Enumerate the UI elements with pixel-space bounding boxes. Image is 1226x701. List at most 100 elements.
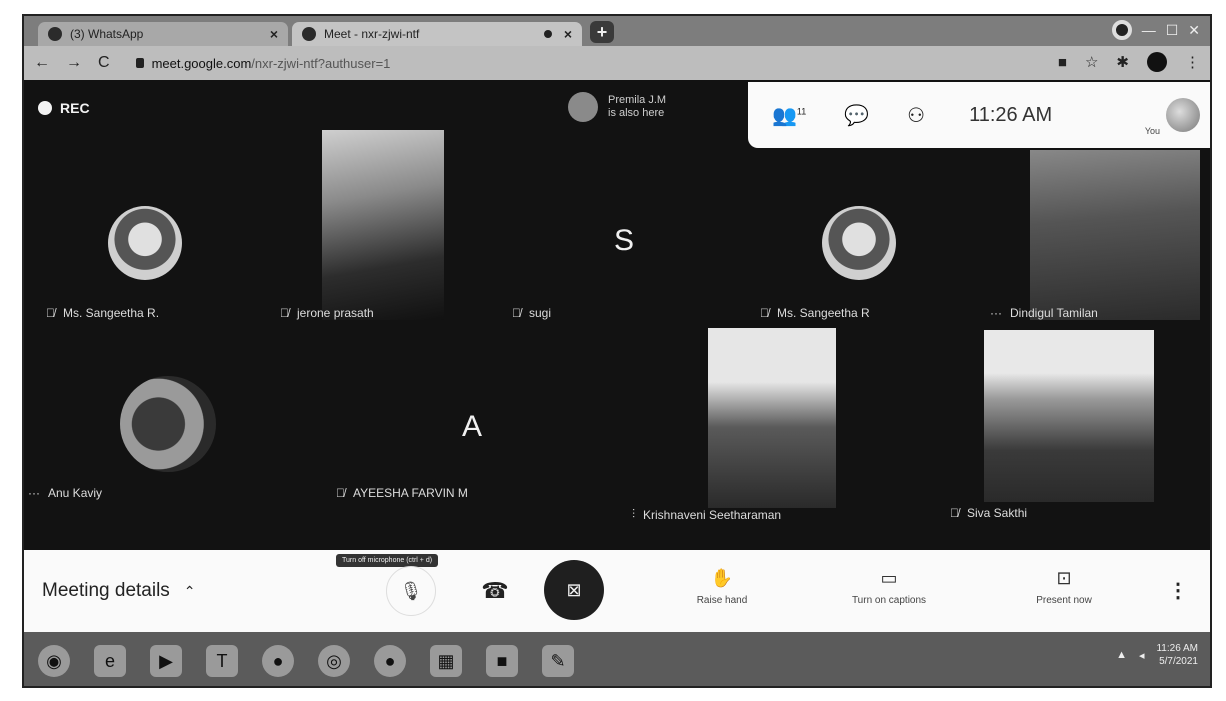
taskbar-clock[interactable]: 11:26 AM 5/7/2021 [1156, 642, 1198, 668]
mic-off-icon: 🎙̸ [512, 306, 521, 320]
leave-call-button[interactable]: ☎ [470, 566, 520, 616]
start-icon[interactable]: ◉ [38, 645, 70, 677]
people-icon[interactable]: 👥11 [772, 103, 806, 128]
chrome-icon[interactable]: ◎ [318, 645, 350, 677]
participant-tile[interactable]: ··· Anu Kaviy [24, 350, 284, 540]
mic-off-icon: 🎙̸ [46, 306, 55, 320]
hand-icon: ✋ [710, 568, 734, 588]
browser-icon[interactable]: ● [262, 645, 294, 677]
participant-name: sugi [529, 306, 552, 320]
taskbar-time: 11:26 AM [1156, 643, 1198, 654]
url-field[interactable]: meet.google.com /nxr-zjwi-ntf?authuser=1 [135, 55, 390, 71]
rec-dot-icon [38, 101, 52, 115]
participant-tile[interactable]: 🎙̸ Ms. Sangeetha R [754, 180, 984, 340]
participant-name: jerone prasath [297, 306, 374, 320]
browser-tab-strip: (3) WhatsApp × Meet - nxr-zjwi-ntf × + —… [24, 16, 1210, 46]
app-icon[interactable]: ● [374, 645, 406, 677]
mic-off-icon: 🎙̸ [760, 306, 769, 320]
profile-icon[interactable] [1147, 52, 1167, 72]
mic-off-icon: 🎙̸ [950, 506, 959, 520]
close-icon[interactable]: × [270, 26, 278, 42]
participant-tile[interactable]: 🎙̸ Siva Sakthi [940, 330, 1210, 540]
avatar [568, 92, 598, 122]
present-now-button[interactable]: ⊡ Present now [1014, 568, 1114, 608]
more-icon[interactable]: ··· [990, 306, 1002, 320]
tab-title: (3) WhatsApp [70, 27, 144, 41]
star-icon[interactable]: ☆ [1085, 53, 1098, 71]
participant-name: Siva Sakthi [967, 506, 1028, 520]
self-avatar[interactable] [1166, 98, 1200, 132]
activities-icon[interactable]: ⚇ [907, 103, 925, 128]
document-icon[interactable]: ✎ [542, 645, 574, 677]
mic-off-icon: 🎙̸ [336, 486, 345, 500]
extensions-icon[interactable]: ✱ [1116, 53, 1129, 71]
os-taskbar: ◉ e ▶ T ● ◎ ● ▦ ■ ✎ ▲ ◂ 11:26 AM 5/7/202… [24, 632, 1210, 686]
meeting-control-bar: Turn off microphone (ctrl + d) Meeting d… [24, 550, 1210, 632]
participant-initial: S [613, 224, 634, 257]
participant-tile[interactable]: 🎙̸ jerone prasath [274, 130, 504, 340]
tab-whatsapp[interactable]: (3) WhatsApp × [38, 22, 288, 46]
browser-actions: ■ ☆ ✱ ⋮ [1058, 52, 1200, 72]
camera-indicator-icon[interactable]: ■ [1058, 54, 1067, 71]
avatar [120, 376, 216, 472]
recording-dot-icon [543, 30, 552, 38]
record-indicator-icon [1111, 20, 1132, 40]
close-window-icon[interactable]: ✕ [1188, 22, 1200, 39]
captions-icon: ▭ [880, 568, 898, 588]
participant-tile[interactable]: ⫶ Krishnaveni Seetharaman [614, 328, 934, 540]
captions-button[interactable]: ▭ Turn on captions [824, 568, 954, 608]
participant-name: Dindigul Tamilan [1010, 306, 1098, 320]
participant-tile[interactable]: A 🎙̸ AYEESHA FARVIN M [284, 350, 564, 540]
forward-icon[interactable]: → [66, 54, 82, 72]
screen-frame: (3) WhatsApp × Meet - nxr-zjwi-ntf × + —… [22, 14, 1212, 688]
microphone-button[interactable]: 🎙 [386, 566, 436, 616]
close-icon[interactable]: × [564, 26, 572, 42]
participant-video [708, 328, 836, 508]
maximize-icon[interactable]: ☐ [1166, 22, 1179, 39]
tab-meet[interactable]: Meet - nxr-zjwi-ntf × [292, 22, 582, 46]
present-icon: ⊡ [1056, 568, 1072, 588]
meeting-details-button[interactable]: Meeting details ⌃ [42, 580, 196, 602]
app-icon[interactable]: T [206, 645, 238, 677]
participant-initial: A [461, 410, 482, 443]
whatsapp-icon [48, 27, 62, 41]
hang-up-icon: ☎ [481, 578, 509, 603]
participant-tile[interactable]: 🎙̸ Ms. Sangeetha R. [34, 180, 264, 340]
system-tray: ▲ ◂ 11:26 AM 5/7/2021 [1116, 642, 1198, 668]
calculator-icon[interactable]: ▦ [430, 645, 462, 677]
meeting-clock: 11:26 AM [969, 103, 1053, 126]
network-icon[interactable]: ▲ [1116, 649, 1127, 661]
top-right-panel: 👥11 💬 ⚇ 11:26 AM You [748, 82, 1210, 148]
participant-name: Anu Kaviy [48, 486, 103, 500]
participant-tile[interactable]: ··· Dindigul Tamilan [990, 150, 1210, 340]
raise-hand-button[interactable]: ✋ Raise hand [680, 568, 764, 608]
participant-name: AYEESHA FARVIN M [353, 486, 468, 500]
participant-tile[interactable]: S 🎙̸ sugi [504, 180, 744, 340]
meet-icon [302, 27, 316, 41]
volume-icon[interactable]: ◂ [1139, 649, 1145, 662]
camera-app-icon[interactable]: ■ [486, 645, 518, 677]
back-icon[interactable]: ← [34, 54, 50, 72]
rec-label: REC [60, 100, 90, 116]
tab-title: Meet - nxr-zjwi-ntf [324, 27, 420, 41]
media-player-icon[interactable]: ▶ [150, 645, 182, 677]
more-icon[interactable]: ··· [28, 486, 40, 500]
participant-name: Krishnaveni Seetharaman [643, 507, 782, 522]
participant-video [322, 130, 444, 320]
new-tab-button[interactable]: + [590, 21, 614, 43]
more-options-icon[interactable]: ⋮ [1168, 578, 1188, 603]
url-host: meet.google.com [151, 55, 252, 71]
mic-off-icon: 🎙̸ [280, 306, 289, 320]
participants-count: 11 [796, 105, 807, 116]
reload-icon[interactable]: C [98, 54, 110, 72]
camera-button[interactable]: ⊠ [544, 560, 604, 620]
internet-explorer-icon[interactable]: e [94, 645, 126, 677]
kebab-menu-icon[interactable]: ⋮ [1185, 53, 1200, 71]
captions-label: Turn on captions [851, 595, 927, 606]
taskbar-date: 5/7/2021 [1159, 656, 1198, 667]
microphone-icon: 🎙 [399, 580, 423, 601]
minimize-icon[interactable]: — [1142, 22, 1156, 38]
participant-name: Ms. Sangeetha R [777, 306, 870, 320]
chat-icon[interactable]: 💬 [844, 103, 869, 128]
present-label: Present now [1036, 595, 1092, 606]
